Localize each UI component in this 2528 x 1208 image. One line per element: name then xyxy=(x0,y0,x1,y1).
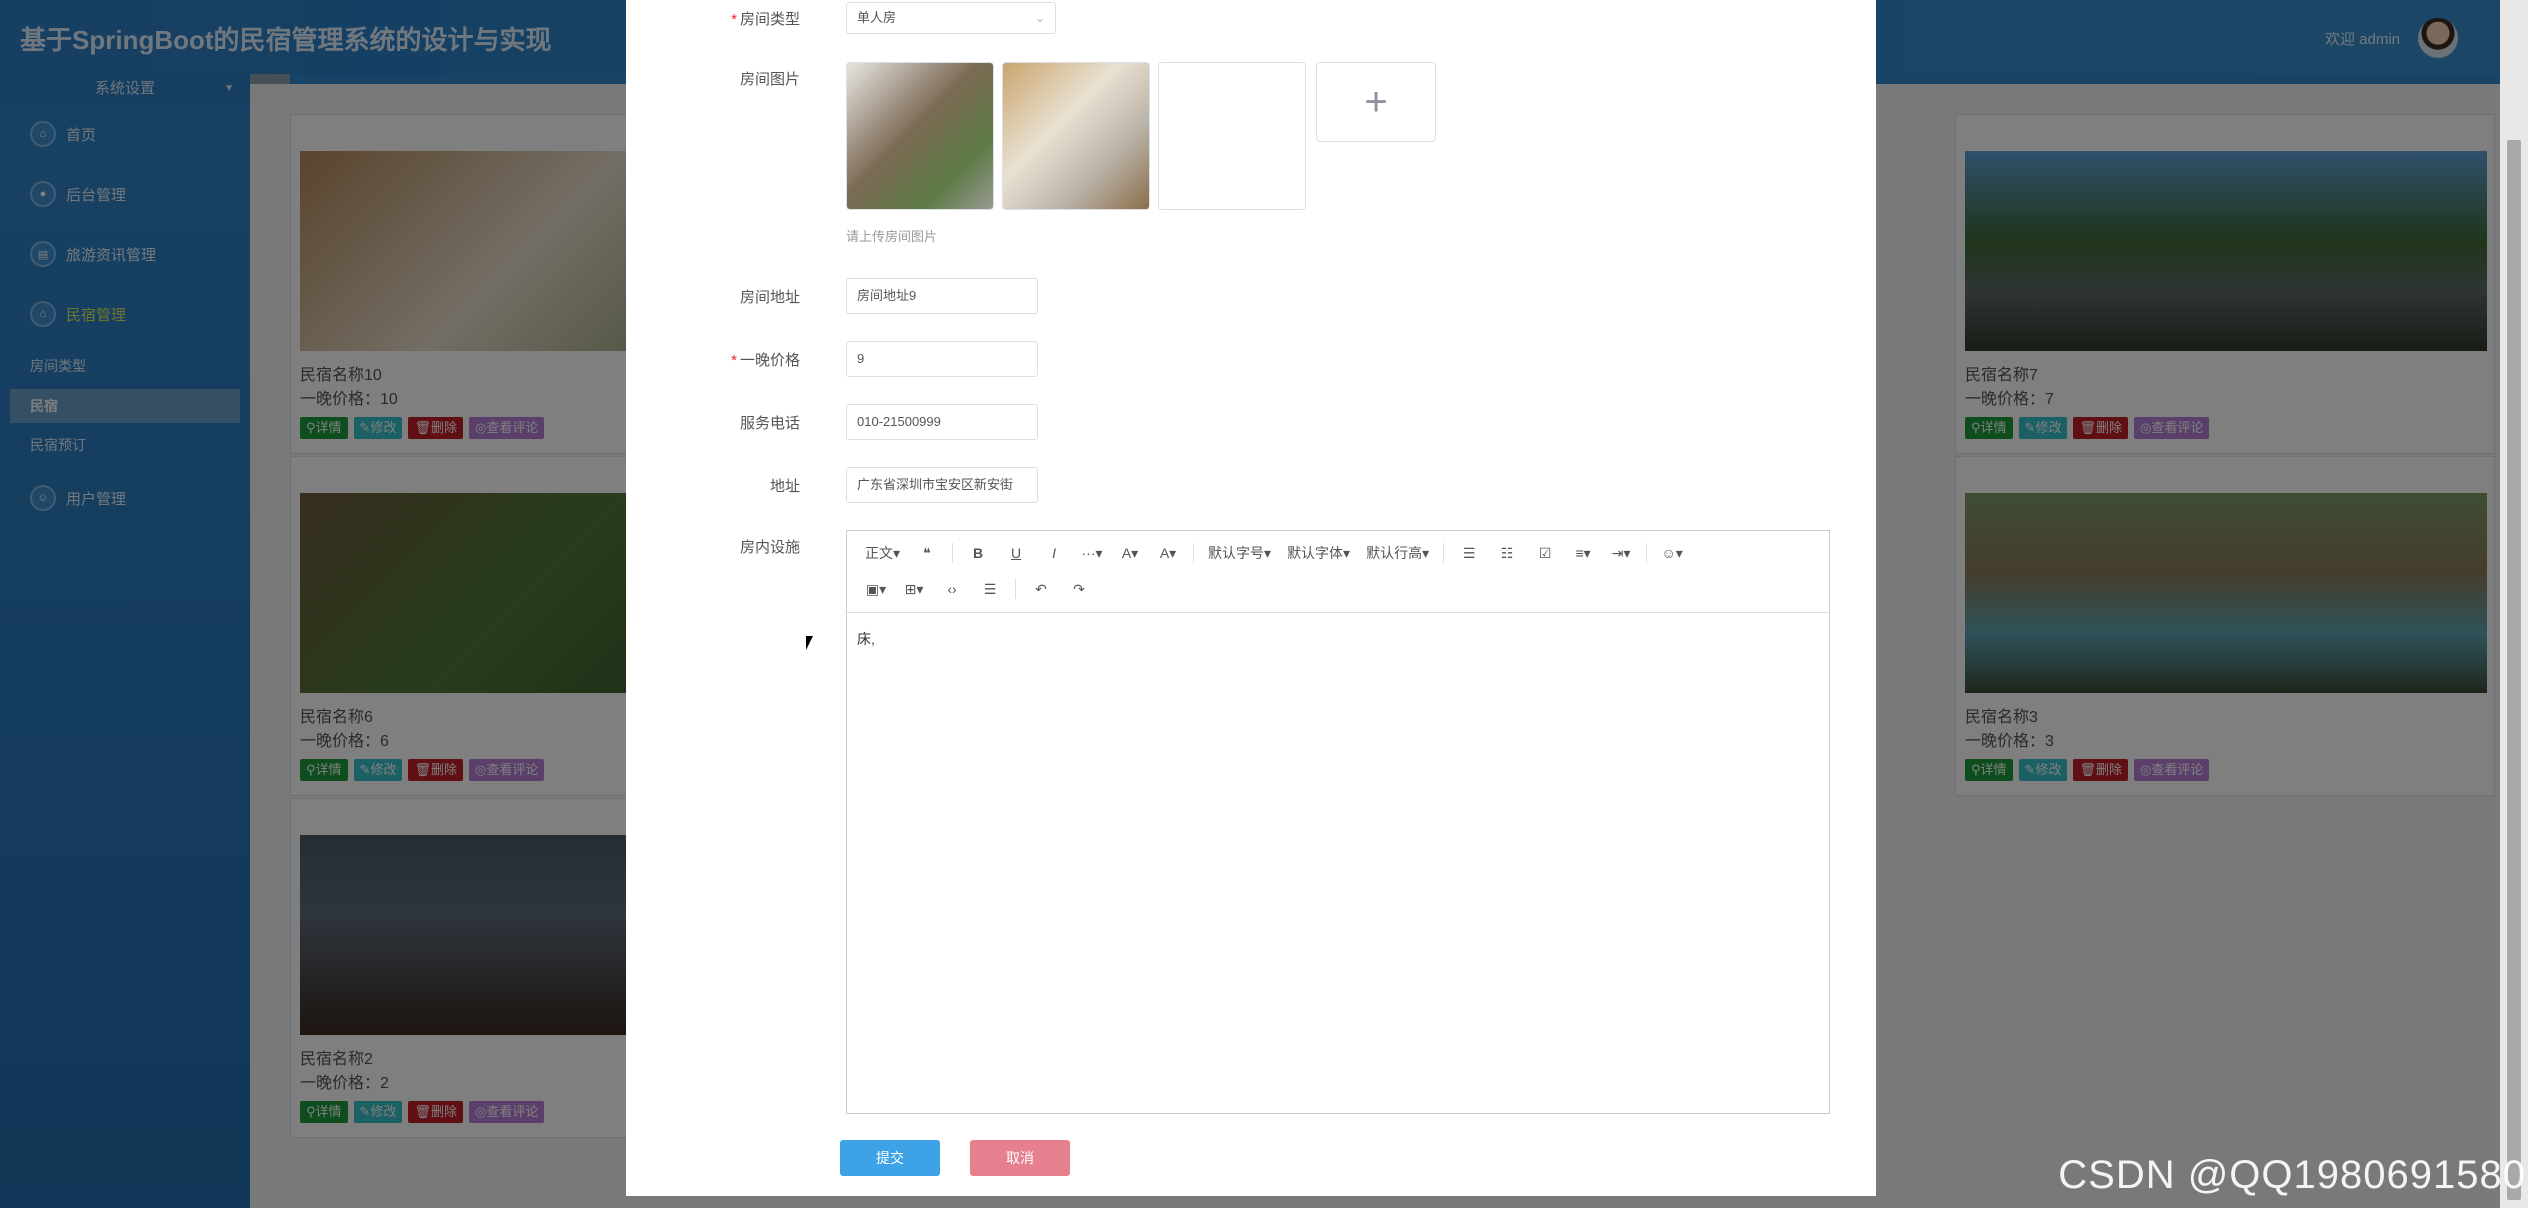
phone-label: 服务电话 xyxy=(739,415,800,432)
page-scrollbar[interactable] xyxy=(2500,0,2528,1208)
cancel-button[interactable]: 取消 xyxy=(970,1140,1070,1176)
divider-line-icon[interactable]: ☰ xyxy=(971,571,1009,607)
toolbar-divider xyxy=(1193,543,1195,563)
rich-text-editor: 正文▾ ❝ B U I ···▾ A▾ A▾ 默认字号▾ 默认字体▾ 默认行高▾… xyxy=(846,530,1830,1114)
room-image-thumb[interactable] xyxy=(846,62,994,210)
font-color-icon[interactable]: A▾ xyxy=(1111,535,1149,571)
bullet-list-icon[interactable]: ☰ xyxy=(1450,535,1488,571)
address-input[interactable]: 广东省深圳市宝安区新安街 xyxy=(846,467,1038,503)
table-icon[interactable]: ⊞▾ xyxy=(895,571,933,607)
todo-icon[interactable]: ☑ xyxy=(1526,535,1564,571)
facilities-label: 房内设施 xyxy=(739,539,800,556)
indent-icon[interactable]: ⇥▾ xyxy=(1602,535,1640,571)
chevron-down-icon: ⌄ xyxy=(1034,11,1045,25)
heading-dropdown[interactable]: 正文▾ xyxy=(857,535,908,571)
emoji-icon[interactable]: ☺▾ xyxy=(1653,535,1691,571)
room-type-row: * 房间类型 单人房 ⌄ xyxy=(626,0,1876,36)
image-icon[interactable]: ▣▾ xyxy=(857,571,895,607)
numbered-list-icon[interactable]: ☷ xyxy=(1488,535,1526,571)
room-image-thumb[interactable] xyxy=(1002,62,1150,210)
more-icon[interactable]: ···▾ xyxy=(1073,535,1111,571)
broken-image-thumb[interactable] xyxy=(1158,62,1306,210)
redo-icon[interactable]: ↷ xyxy=(1060,571,1098,607)
toolbar-divider xyxy=(1646,543,1648,563)
upload-tip: 请上传房间图片 xyxy=(846,229,938,244)
italic-icon[interactable]: I xyxy=(1035,535,1073,571)
address-label: 地址 xyxy=(769,478,800,495)
toolbar-divider xyxy=(952,543,954,563)
bold-icon[interactable]: B xyxy=(959,535,997,571)
watermark: CSDN @QQ1980691580 xyxy=(2058,1153,2526,1197)
room-type-label: * 房间类型 xyxy=(731,11,800,28)
background-color-icon[interactable]: A▾ xyxy=(1149,535,1187,571)
toolbar-divider xyxy=(1443,543,1445,563)
font-size-dropdown[interactable]: 默认字号▾ xyxy=(1200,535,1279,571)
room-type-select[interactable]: 单人房 ⌄ xyxy=(846,2,1056,34)
price-label: * 一晚价格 xyxy=(731,352,800,369)
underline-icon[interactable]: U xyxy=(997,535,1035,571)
undo-icon[interactable]: ↶ xyxy=(1022,571,1060,607)
room-images-label: 房间图片 xyxy=(739,71,800,88)
quote-icon[interactable]: ❝ xyxy=(908,535,946,571)
price-input[interactable]: 9 xyxy=(846,341,1038,377)
edit-dialog: * 房间类型 单人房 ⌄ 房间图片 + 请上传房间图片 房间地址 房间地址9 * 一晚… xyxy=(626,0,1876,1196)
line-height-dropdown[interactable]: 默认行高▾ xyxy=(1358,535,1437,571)
room-address-input[interactable]: 房间地址9 xyxy=(846,278,1038,314)
toolbar-divider xyxy=(1015,579,1016,599)
scrollbar-thumb[interactable] xyxy=(2507,140,2521,1200)
upload-add-button[interactable]: + xyxy=(1316,62,1436,142)
code-icon[interactable]: ‹› xyxy=(933,571,971,607)
editor-toolbar: 正文▾ ❝ B U I ···▾ A▾ A▾ 默认字号▾ 默认字体▾ 默认行高▾… xyxy=(847,531,1829,613)
font-family-dropdown[interactable]: 默认字体▾ xyxy=(1279,535,1358,571)
room-address-label: 房间地址 xyxy=(739,289,800,306)
phone-input[interactable]: 010-21500999 xyxy=(846,404,1038,440)
submit-button[interactable]: 提交 xyxy=(840,1140,940,1176)
align-icon[interactable]: ≡▾ xyxy=(1564,535,1602,571)
editor-content[interactable]: 床, xyxy=(847,613,1829,665)
mouse-cursor-icon xyxy=(806,636,813,650)
